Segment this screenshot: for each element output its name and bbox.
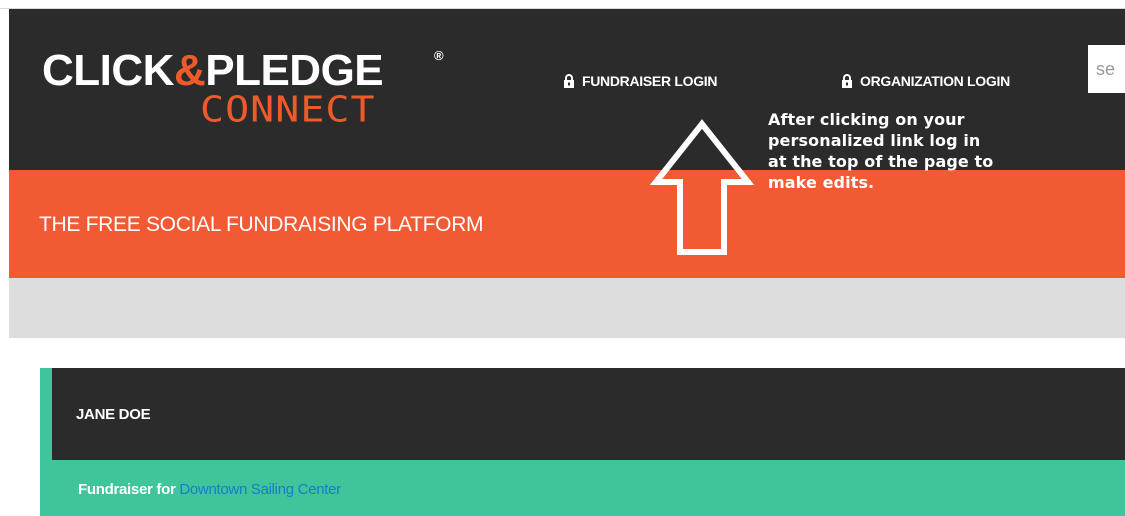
fundraiser-for-label: Fundraiser for bbox=[78, 481, 176, 498]
fundraiser-for-line: Fundraiser for Downtown Sailing Center bbox=[78, 481, 341, 498]
organization-login-link[interactable]: ORGANIZATION LOGIN bbox=[841, 70, 1010, 92]
logo-connect-text: CONNECT bbox=[200, 89, 376, 131]
profile-accent-stripe bbox=[40, 368, 52, 516]
click-and-pledge-logo[interactable]: CLICK&PLEDGE ® CONNECT bbox=[42, 46, 452, 146]
content-divider-band bbox=[9, 278, 1125, 338]
fundraiser-profile-header: JANE DOE bbox=[40, 368, 1125, 460]
annotation-line: After clicking on your bbox=[768, 110, 965, 129]
annotation-line: make edits. bbox=[768, 173, 875, 192]
annotation-line: personalized link log in bbox=[768, 131, 981, 150]
logo-registered-mark: ® bbox=[434, 48, 444, 63]
up-arrow-icon bbox=[650, 119, 754, 255]
logo-pledge-text: PLEDGE bbox=[205, 46, 384, 95]
organization-login-label: ORGANIZATION LOGIN bbox=[860, 73, 1010, 89]
search-input[interactable] bbox=[1088, 45, 1125, 93]
lock-icon bbox=[841, 74, 853, 88]
platform-tagline: THE FREE SOCIAL FUNDRAISING PLATFORM bbox=[39, 213, 484, 236]
organization-link[interactable]: Downtown Sailing Center bbox=[179, 481, 341, 498]
fundraiser-login-link[interactable]: FUNDRAISER LOGIN bbox=[563, 70, 718, 92]
fundraiser-login-label: FUNDRAISER LOGIN bbox=[582, 73, 718, 89]
logo-ampersand: & bbox=[173, 46, 206, 95]
browser-top-strip bbox=[0, 0, 1125, 9]
fundraiser-details-bar: Fundraiser for Downtown Sailing Center bbox=[40, 460, 1125, 516]
annotation-callout: After clicking on your personalized link… bbox=[768, 109, 1038, 193]
fundraiser-name: JANE DOE bbox=[76, 406, 151, 423]
logo-click-text: CLICK bbox=[42, 46, 174, 95]
lock-icon bbox=[563, 74, 575, 88]
annotation-line: at the top of the page to bbox=[768, 152, 994, 171]
